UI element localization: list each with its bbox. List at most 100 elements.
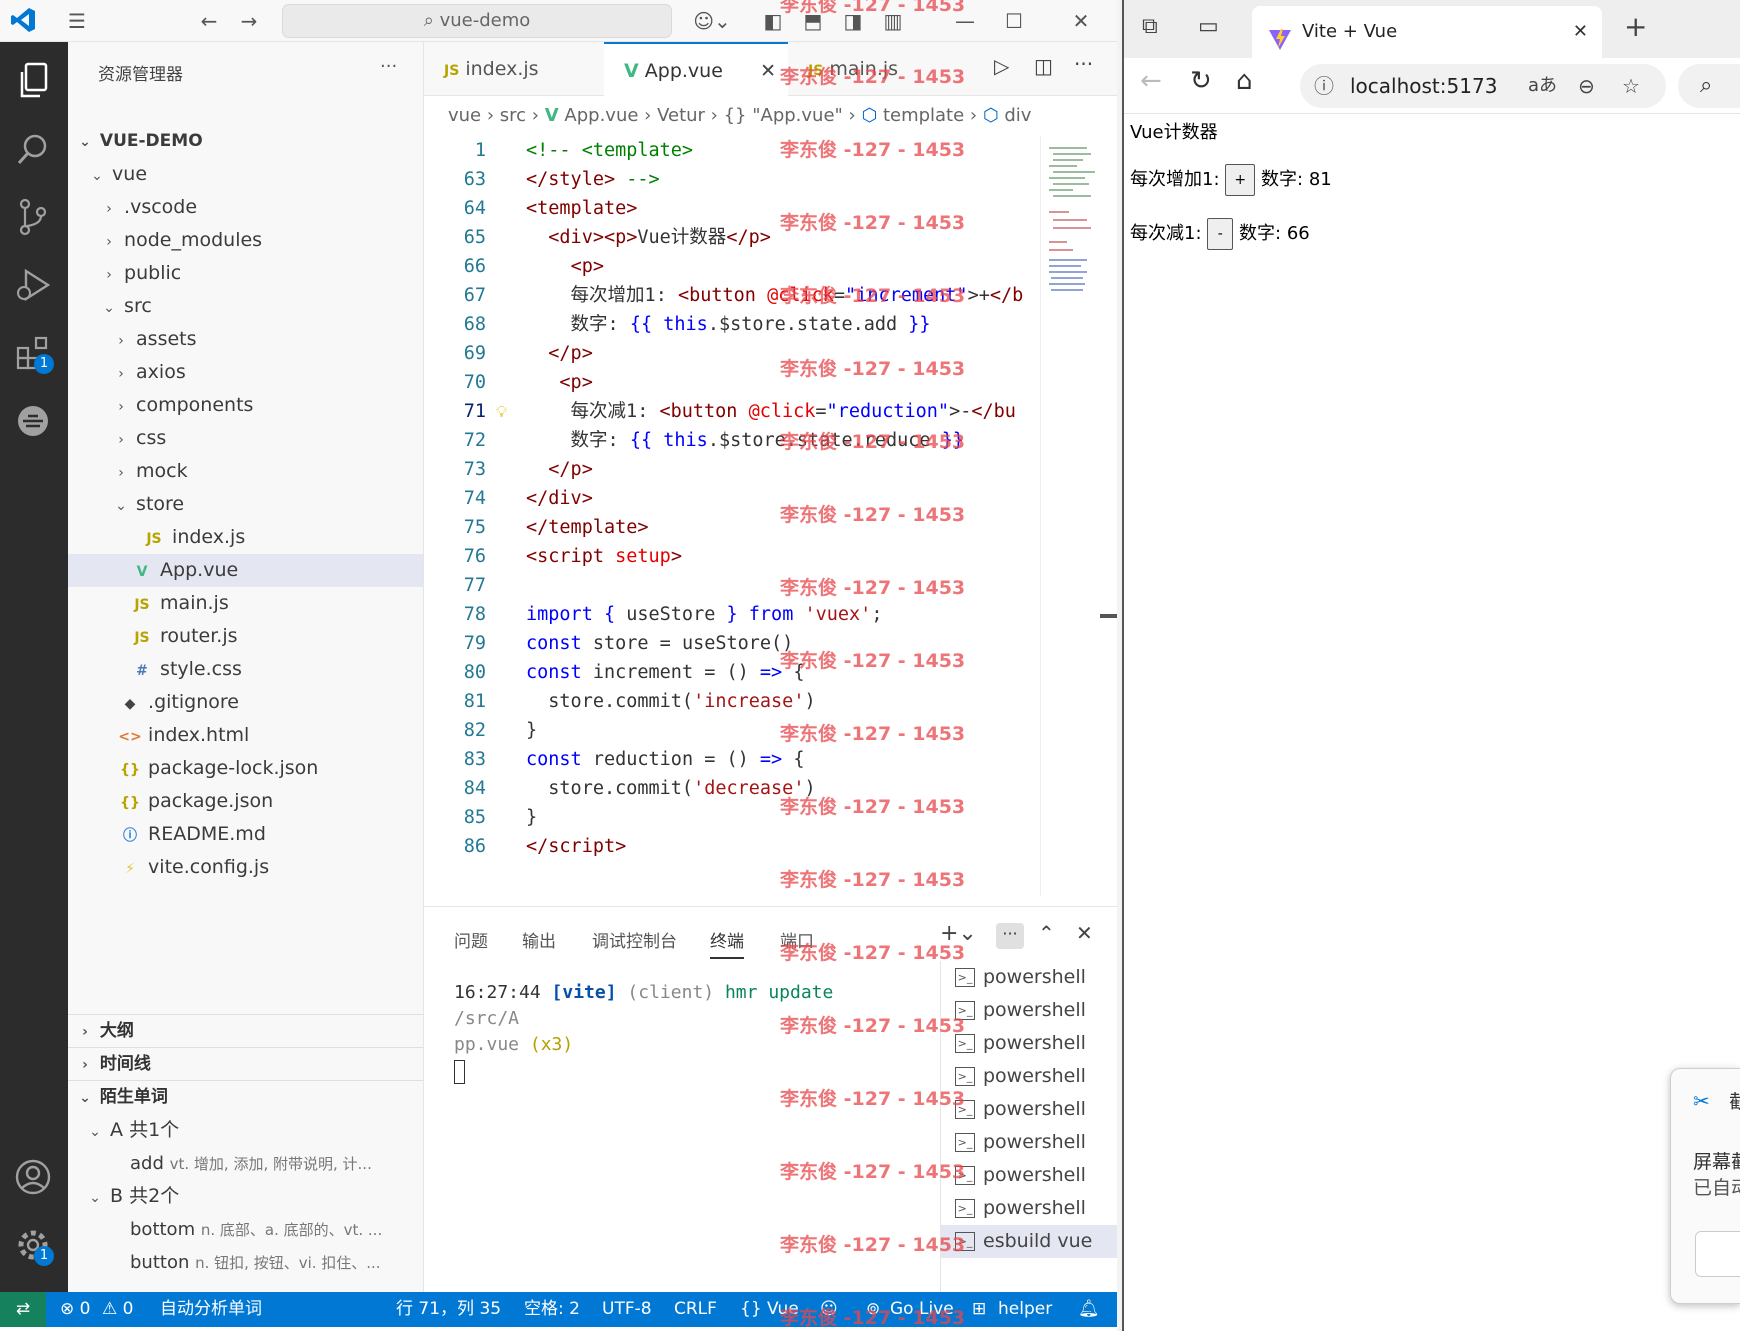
terminal-list-item[interactable]: >_ powershell	[941, 1027, 1117, 1060]
terminal-list-item[interactable]: >_ powershell	[941, 1093, 1117, 1126]
read-aloud-icon[interactable]: aあ	[1528, 64, 1557, 108]
zoom-icon[interactable]: ⊖	[1578, 64, 1595, 108]
browser-tab-active[interactable]: Vite + Vue ✕	[1252, 6, 1602, 58]
word-group-a[interactable]: ⌄ A 共1个	[68, 1114, 423, 1147]
terminal-more-icon[interactable]: ···	[996, 923, 1024, 949]
helper-label[interactable]: helper	[998, 1292, 1052, 1327]
snipping-tool-notification[interactable]: ✂ 截 屏幕截 已自动	[1670, 1068, 1740, 1304]
terminal-list-item[interactable]: >_ powershell	[941, 1159, 1117, 1192]
split-editor-icon[interactable]: ◫	[1034, 54, 1053, 78]
tree-item[interactable]: JS index.js	[68, 521, 423, 554]
breadcrumb-item[interactable]: {} "App.vue"	[724, 105, 843, 126]
close-panel-icon[interactable]: ✕	[1076, 921, 1093, 945]
word-item-bottom[interactable]: bottom n. 底部、a. 底部的、vt. ...	[68, 1213, 423, 1246]
terminal-list-item[interactable]: >_ powershell	[941, 994, 1117, 1027]
tree-item[interactable]: › node_modules	[68, 224, 423, 257]
accounts-icon[interactable]	[8, 1152, 58, 1202]
menu-icon[interactable]: ☰	[62, 6, 92, 36]
run-icon[interactable]: ▷	[994, 54, 1009, 78]
manage-gear-icon[interactable]: 1	[8, 1220, 58, 1270]
home-icon[interactable]: ⌂	[1236, 66, 1253, 96]
close-window-icon[interactable]: ✕	[1066, 6, 1096, 36]
tree-item[interactable]: › css	[68, 422, 423, 455]
vertical-tabs-icon[interactable]: ▭	[1198, 14, 1219, 39]
more-actions-icon[interactable]: ···	[1074, 52, 1093, 76]
panel-tab-output[interactable]: 输出	[522, 927, 556, 952]
close-tab-icon[interactable]: ✕	[760, 44, 776, 98]
tree-item[interactable]: {} package-lock.json	[68, 752, 423, 785]
outline-section[interactable]: › 大纲	[68, 1015, 423, 1048]
breadcrumb-item[interactable]: vue	[448, 105, 481, 126]
lightbulb-icon[interactable]: 💡︎	[496, 397, 507, 426]
tree-item[interactable]: › .vscode	[68, 191, 423, 224]
tree-item[interactable]: › components	[68, 389, 423, 422]
words-section[interactable]: ⌄ 陌生单词	[68, 1081, 423, 1114]
tree-item[interactable]: › axios	[68, 356, 423, 389]
panel-tab-debug-console[interactable]: 调试控制台	[592, 927, 677, 952]
run-debug-icon[interactable]	[8, 260, 58, 310]
tree-item[interactable]: V App.vue	[68, 554, 423, 587]
maximize-panel-icon[interactable]: ⌃	[1038, 921, 1055, 945]
remote-indicator-icon[interactable]: ⇄	[0, 1292, 46, 1327]
tab-index-js[interactable]: JS index.js	[424, 42, 604, 96]
tree-item[interactable]: › assets	[68, 323, 423, 356]
remote-explorer-icon[interactable]	[8, 396, 58, 446]
terminal-list-item[interactable]: >_ powershell	[941, 1060, 1117, 1093]
terminal-list-item[interactable]: >_ powershell	[941, 1192, 1117, 1225]
address-bar[interactable]: ⓘ localhost:5173 aあ ⊖ ☆	[1300, 64, 1666, 108]
encoding[interactable]: UTF-8	[602, 1292, 652, 1327]
task-label[interactable]: 自动分析单词	[160, 1292, 262, 1327]
tree-item[interactable]: ⓘ README.md	[68, 818, 423, 851]
back-arrow-icon[interactable]: ←	[1140, 66, 1162, 96]
tree-item[interactable]: ⚡ vite.config.js	[68, 851, 423, 884]
tree-item[interactable]: # style.css	[68, 653, 423, 686]
source-control-icon[interactable]	[8, 192, 58, 242]
reload-icon[interactable]: ↻	[1190, 66, 1212, 96]
breadcrumb-item[interactable]: src	[500, 105, 526, 126]
panel-tab-terminal[interactable]: 终端	[710, 927, 744, 959]
explorer-icon[interactable]	[8, 56, 58, 106]
minimap[interactable]	[1040, 136, 1100, 896]
warnings-count[interactable]: ⚠ 0	[102, 1292, 133, 1327]
site-info-icon[interactable]: ⓘ	[1314, 64, 1334, 108]
notifications-bell-icon[interactable]: 🔔︎	[1078, 1292, 1100, 1327]
indentation[interactable]: 空格: 2	[524, 1292, 580, 1327]
new-tab-icon[interactable]: +	[1624, 10, 1647, 43]
command-center-search[interactable]: ⌕ vue-demo	[282, 4, 672, 38]
word-item-add[interactable]: add vt. 增加, 添加, 附带说明, 计...	[68, 1147, 423, 1180]
favorite-star-icon[interactable]: ☆	[1622, 64, 1640, 108]
copilot-icon[interactable]: ☺⌄	[690, 6, 734, 36]
breadcrumb-item[interactable]: template	[883, 105, 964, 126]
breadcrumb-item[interactable]: div	[1004, 105, 1031, 126]
extensions-icon[interactable]: 1	[8, 328, 58, 378]
timeline-section[interactable]: › 时间线	[68, 1048, 423, 1081]
tree-item[interactable]: › public	[68, 257, 423, 290]
tree-item[interactable]: ◆ .gitignore	[68, 686, 423, 719]
end-of-line[interactable]: CRLF	[674, 1292, 717, 1327]
editor-scrollbar[interactable]	[1100, 136, 1117, 896]
back-arrow-icon[interactable]: ←	[194, 6, 224, 36]
word-group-b[interactable]: ⌄ B 共2个	[68, 1180, 423, 1213]
search-icon[interactable]	[8, 124, 58, 174]
increment-button[interactable]: +	[1225, 164, 1256, 196]
tree-item[interactable]: › mock	[68, 455, 423, 488]
workspace-root[interactable]: ⌄ VUE-DEMO	[68, 125, 423, 158]
panel-tab-problems[interactable]: 问题	[454, 927, 488, 952]
breadcrumb-item[interactable]: App.vue	[564, 105, 638, 126]
cursor-position[interactable]: 行 71，列 35	[396, 1292, 501, 1327]
tree-item[interactable]: ⌄ src	[68, 290, 423, 323]
tree-item[interactable]: {} package.json	[68, 785, 423, 818]
snip-action-button[interactable]	[1695, 1231, 1740, 1277]
tree-item[interactable]: <> index.html	[68, 719, 423, 752]
explorer-more-icon[interactable]: ···	[380, 56, 397, 77]
workspaces-icon[interactable]: ⧉	[1142, 14, 1158, 39]
errors-count[interactable]: ⊗ 0	[60, 1292, 90, 1327]
word-item-button[interactable]: button n. 钮扣, 按钮、vi. 扣住、...	[68, 1246, 423, 1279]
search-icon[interactable]: ⌕	[1678, 64, 1740, 108]
terminal-list-item[interactable]: >_ powershell	[941, 1126, 1117, 1159]
tree-item[interactable]: ⌄ vue	[68, 158, 423, 191]
tree-item[interactable]: ⌄ store	[68, 488, 423, 521]
breadcrumb-item[interactable]: Vetur	[657, 105, 705, 126]
close-tab-icon[interactable]: ✕	[1573, 6, 1588, 58]
maximize-icon[interactable]: ☐	[999, 6, 1029, 36]
